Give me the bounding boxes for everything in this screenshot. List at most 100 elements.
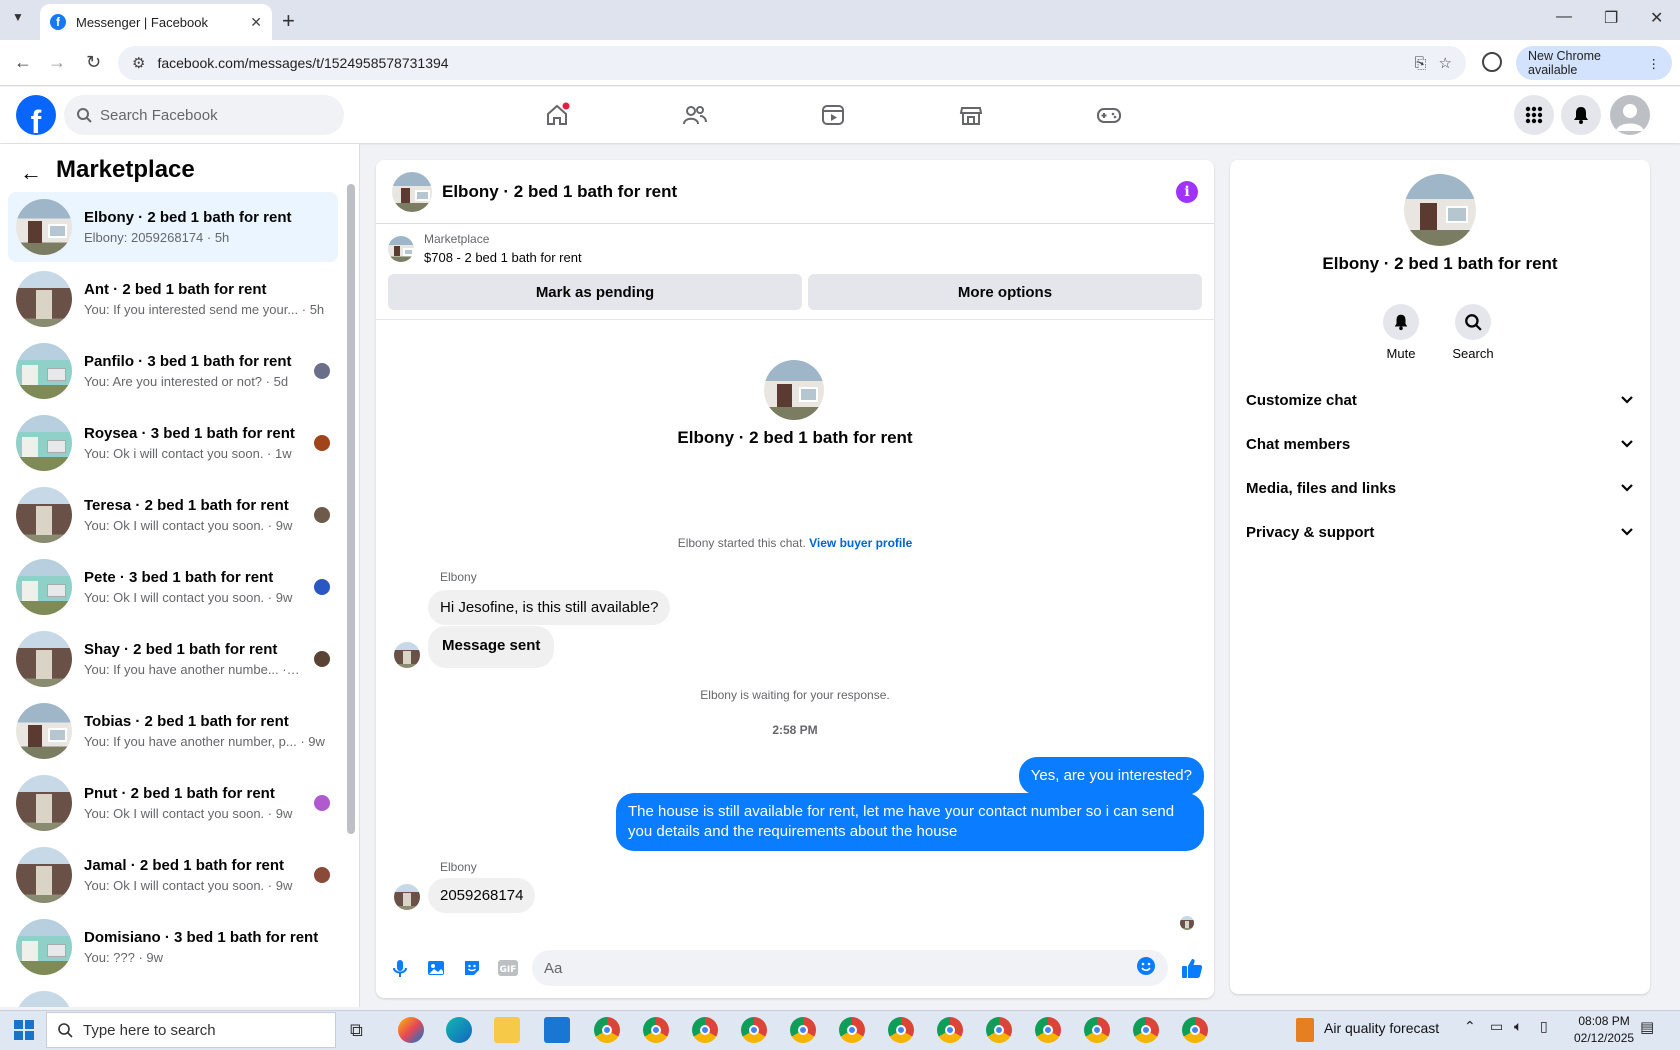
- chrome-taskbar-icon[interactable]: [1084, 1017, 1110, 1043]
- chrome-taskbar-icon[interactable]: [1035, 1017, 1061, 1043]
- message-input[interactable]: Aa: [532, 950, 1168, 986]
- incoming-message[interactable]: 2059268174: [428, 878, 536, 913]
- chrome-taskbar-icon[interactable]: [1182, 1017, 1208, 1043]
- conversation-item[interactable]: Morgan · 2 bed 1 bath for rent: [8, 984, 338, 1007]
- taskbar-search-box[interactable]: Type here to search: [46, 1012, 336, 1048]
- gif-icon[interactable]: GIF: [496, 956, 520, 980]
- sender-avatar[interactable]: [394, 642, 420, 668]
- conversation-item[interactable]: Elbony · 2 bed 1 bath for rent Elbony: 20…: [8, 192, 338, 262]
- listing-price[interactable]: $708 - 2 bed 1 bath for rent: [424, 250, 582, 265]
- forward-arrow-icon[interactable]: →: [48, 52, 66, 73]
- conversation-item[interactable]: Jamal · 2 bed 1 bath for rent You: Ok I w…: [8, 840, 338, 910]
- outgoing-message[interactable]: Yes, are you interested?: [1018, 757, 1204, 795]
- battery-icon[interactable]: ▯: [1540, 1018, 1548, 1035]
- conversation-item[interactable]: Teresa · 2 bed 1 bath for rent You: Ok I …: [8, 480, 338, 550]
- conversation-item[interactable]: Pnut · 2 bed 1 bath for rent You: Ok I wi…: [8, 768, 338, 838]
- edge-icon[interactable]: [446, 1017, 472, 1043]
- conversation-item[interactable]: Tobias · 2 bed 1 bath for rent You: If yo…: [8, 696, 338, 766]
- info-section-row[interactable]: Privacy & support: [1246, 510, 1634, 554]
- conversation-scrollbar[interactable]: [347, 184, 355, 990]
- photo-icon[interactable]: [424, 956, 448, 980]
- weather-label[interactable]: Air quality forecast: [1324, 1020, 1439, 1036]
- back-arrow-icon[interactable]: ←: [20, 160, 42, 186]
- video-icon[interactable]: [818, 100, 848, 130]
- tab-close-icon[interactable]: ✕: [250, 14, 262, 31]
- notifications-bell-icon[interactable]: [1561, 95, 1601, 135]
- copilot-icon[interactable]: [398, 1017, 424, 1043]
- menu-grid-icon[interactable]: [1514, 95, 1554, 135]
- windows-start-icon[interactable]: [14, 1020, 34, 1043]
- back-arrow-icon[interactable]: ←: [14, 52, 32, 73]
- taskbar-clock[interactable]: 08:08 PM 02/12/2025: [1574, 1013, 1634, 1047]
- home-icon[interactable]: [542, 100, 572, 130]
- browser-tab-messenger[interactable]: f Messenger | Facebook ✕: [40, 4, 272, 40]
- conversation-item[interactable]: Roysea · 3 bed 1 bath for rent You: Ok i …: [8, 408, 338, 478]
- conversation-item[interactable]: Shay · 2 bed 1 bath for rent You: If you …: [8, 624, 338, 694]
- minimize-icon[interactable]: —: [1556, 8, 1572, 26]
- thumbs-up-icon[interactable]: [1180, 956, 1204, 980]
- kebab-menu-icon[interactable]: ⋮: [1648, 56, 1661, 71]
- emoji-icon[interactable]: [1136, 956, 1156, 980]
- chrome-taskbar-icon[interactable]: [986, 1017, 1012, 1043]
- more-options-button[interactable]: More options: [808, 274, 1202, 310]
- facebook-search-input[interactable]: Search Facebook: [64, 95, 344, 135]
- chrome-taskbar-icon[interactable]: [741, 1017, 767, 1043]
- bookmark-star-icon[interactable]: ☆: [1439, 54, 1452, 72]
- scrollbar-thumb[interactable]: [347, 184, 355, 834]
- window-close-icon[interactable]: ✕: [1650, 8, 1663, 28]
- info-panel-avatar[interactable]: [1404, 174, 1476, 246]
- chrome-taskbar-icon[interactable]: [692, 1017, 718, 1043]
- network-icon[interactable]: ▭: [1490, 1018, 1503, 1035]
- install-app-icon[interactable]: ⎘: [1415, 55, 1427, 72]
- chrome-profile-icon[interactable]: [1482, 52, 1502, 72]
- incoming-message[interactable]: Hi Jesofine, is this still available?: [428, 590, 671, 625]
- sender-avatar[interactable]: [394, 884, 420, 910]
- conversation-item[interactable]: Ant · 2 bed 1 bath for rent You: If you i…: [8, 264, 338, 334]
- chrome-taskbar-icon[interactable]: [594, 1017, 620, 1043]
- friends-icon[interactable]: [680, 100, 710, 130]
- marketplace-icon[interactable]: [956, 100, 986, 130]
- volume-icon[interactable]: 🔈︎: [1514, 1018, 1522, 1035]
- listing-thumbnail[interactable]: [388, 236, 414, 262]
- new-chrome-available-button[interactable]: New Chrome available ⋮: [1516, 46, 1672, 80]
- chrome-taskbar-icon[interactable]: [643, 1017, 669, 1043]
- microphone-icon[interactable]: [388, 956, 412, 980]
- chrome-taskbar-icon[interactable]: [888, 1017, 914, 1043]
- sticker-icon[interactable]: [460, 956, 484, 980]
- facebook-logo-icon[interactable]: f: [16, 95, 56, 135]
- chat-header-avatar[interactable]: [392, 171, 432, 212]
- mark-as-pending-button[interactable]: Mark as pending: [388, 274, 802, 310]
- info-section-row[interactable]: Media, files and links: [1246, 466, 1634, 510]
- mute-button[interactable]: Mute: [1371, 304, 1431, 361]
- conversation-item[interactable]: Panfilo · 3 bed 1 bath for rent You: Are …: [8, 336, 338, 406]
- task-view-icon[interactable]: ⧉: [350, 1020, 363, 1041]
- weather-icon[interactable]: [1296, 1018, 1314, 1042]
- view-buyer-profile-link[interactable]: View buyer profile: [809, 536, 912, 550]
- chrome-taskbar-icon[interactable]: [790, 1017, 816, 1043]
- info-icon[interactable]: i: [1176, 180, 1198, 203]
- conversation-item[interactable]: Pete · 3 bed 1 bath for rent You: Ok I wi…: [8, 552, 338, 622]
- incoming-message[interactable]: Message sent: [428, 626, 555, 668]
- info-section-row[interactable]: Customize chat: [1246, 378, 1634, 422]
- tab-search-chevron-icon[interactable]: ▼: [12, 10, 24, 24]
- chrome-taskbar-icon[interactable]: [839, 1017, 865, 1043]
- new-tab-plus-icon[interactable]: +: [282, 8, 295, 34]
- mail-icon[interactable]: [544, 1017, 570, 1043]
- tray-chevron-icon[interactable]: ⌃: [1464, 1018, 1476, 1035]
- url-text[interactable]: facebook.com/messages/t/1524958578731394: [157, 55, 1402, 71]
- file-explorer-icon[interactable]: [494, 1017, 520, 1043]
- gaming-icon[interactable]: [1094, 100, 1124, 130]
- conversation-item[interactable]: Domisiano · 3 bed 1 bath for rent You: ??…: [8, 912, 338, 982]
- chat-title[interactable]: Elbony · 2 bed 1 bath for rent: [442, 182, 1166, 202]
- chat-profile-avatar[interactable]: [764, 360, 824, 420]
- notification-center-icon[interactable]: ▤: [1640, 1018, 1654, 1036]
- address-bar[interactable]: ⚙ facebook.com/messages/t/15249585787313…: [118, 46, 1466, 80]
- restore-icon[interactable]: ❐: [1604, 8, 1618, 28]
- site-info-icon[interactable]: ⚙: [132, 54, 145, 72]
- info-section-row[interactable]: Chat members: [1246, 422, 1634, 466]
- reload-icon[interactable]: ↻: [86, 52, 101, 73]
- search-in-chat-button[interactable]: Search: [1443, 304, 1503, 361]
- chrome-taskbar-icon[interactable]: [1133, 1017, 1159, 1043]
- chrome-taskbar-icon[interactable]: [937, 1017, 963, 1043]
- account-avatar[interactable]: [1610, 95, 1650, 135]
